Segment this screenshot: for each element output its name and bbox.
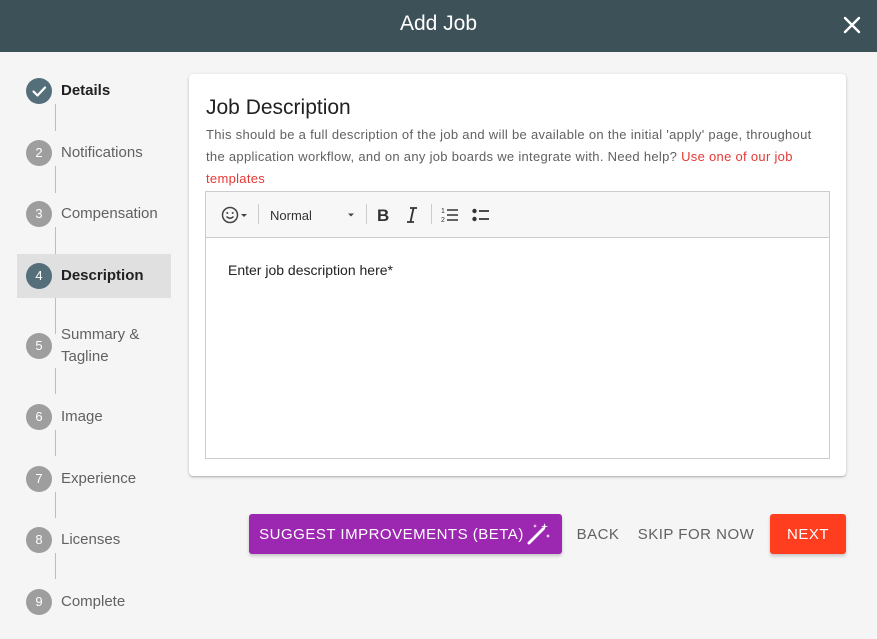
skip-for-now-button[interactable]: Skip for now <box>634 514 758 554</box>
step-circle: 5 <box>26 333 52 359</box>
step-connector <box>55 553 56 579</box>
step-circle: 3 <box>26 201 52 227</box>
job-description-card: Job Description This should be a full de… <box>189 74 846 476</box>
toolbar-separator <box>258 204 259 224</box>
bold-icon: B <box>377 206 389 225</box>
italic-icon <box>407 207 417 223</box>
magic-wand-icon <box>527 523 550 545</box>
toolbar-separator <box>431 204 432 224</box>
chevron-down-icon <box>348 213 354 217</box>
close-icon <box>843 16 861 34</box>
step-notifications[interactable]: 2 Notifications <box>17 140 171 166</box>
italic-button[interactable] <box>403 204 421 226</box>
step-label: Description <box>61 267 144 284</box>
rich-text-editor: Normal B 1 2 Enter job description here* <box>205 191 830 459</box>
step-description[interactable]: 4 Description <box>17 254 171 298</box>
step-circle: 9 <box>26 589 52 615</box>
step-summary-tagline[interactable]: 5 Summary & Tagline <box>17 324 171 368</box>
close-button[interactable] <box>839 12 865 38</box>
step-licenses[interactable]: 8 Licenses <box>17 527 171 553</box>
bullet-list-button[interactable] <box>471 204 491 226</box>
step-complete[interactable]: 9 Complete <box>17 589 171 615</box>
emoji-button[interactable] <box>220 204 252 226</box>
step-connector <box>55 104 56 131</box>
step-compensation[interactable]: 3 Compensation <box>17 201 171 227</box>
step-connector <box>55 166 56 193</box>
step-label: Summary & Tagline <box>61 326 140 365</box>
next-button[interactable]: Next <box>770 514 846 554</box>
job-description-input[interactable]: Enter job description here* <box>228 262 393 278</box>
step-circle: 4 <box>26 263 52 289</box>
step-circle <box>26 78 52 104</box>
check-icon <box>32 86 47 97</box>
card-description: This should be a full description of the… <box>206 124 831 190</box>
step-circle: 7 <box>26 466 52 492</box>
step-connector <box>55 227 56 254</box>
toolbar-separator <box>366 204 367 224</box>
step-connector <box>55 368 56 394</box>
step-label: Complete <box>61 593 126 610</box>
step-experience[interactable]: 7 Experience <box>17 466 171 492</box>
bullet-list-icon <box>472 208 489 222</box>
back-button[interactable]: Back <box>570 514 626 554</box>
step-image[interactable]: 6 Image <box>17 404 171 430</box>
suggest-improvements-button[interactable]: Suggest Improvements (Beta) <box>249 514 562 554</box>
step-label: Notifications <box>61 144 143 161</box>
step-label: Licenses <box>61 531 121 548</box>
suggest-improvements-label: Suggest Improvements (Beta) <box>259 525 524 543</box>
emoji-icon <box>221 206 247 224</box>
format-select[interactable]: Normal <box>270 204 356 226</box>
svg-text:1: 1 <box>441 208 445 215</box>
step-connector <box>55 492 56 518</box>
ordered-list-icon: 1 2 <box>441 208 458 224</box>
step-label: Image <box>61 408 103 425</box>
format-value: Normal <box>270 207 312 223</box>
step-circle: 6 <box>26 404 52 430</box>
svg-text:2: 2 <box>441 217 445 224</box>
dialog-header: Add Job <box>0 0 877 52</box>
step-circle: 8 <box>26 527 52 553</box>
step-label: Details <box>61 82 111 99</box>
step-label: Compensation <box>61 205 158 222</box>
svg-text:B: B <box>377 206 389 225</box>
editor-toolbar: Normal B 1 2 <box>206 192 829 238</box>
step-label: Experience <box>61 470 137 487</box>
step-connector <box>55 430 56 456</box>
ordered-list-button[interactable]: 1 2 <box>440 204 460 226</box>
dialog-title: Add Job <box>399 12 478 35</box>
step-details[interactable]: Details <box>17 78 171 104</box>
step-circle: 2 <box>26 140 52 166</box>
bold-button[interactable]: B <box>374 204 392 226</box>
card-title: Job Description <box>206 96 351 119</box>
